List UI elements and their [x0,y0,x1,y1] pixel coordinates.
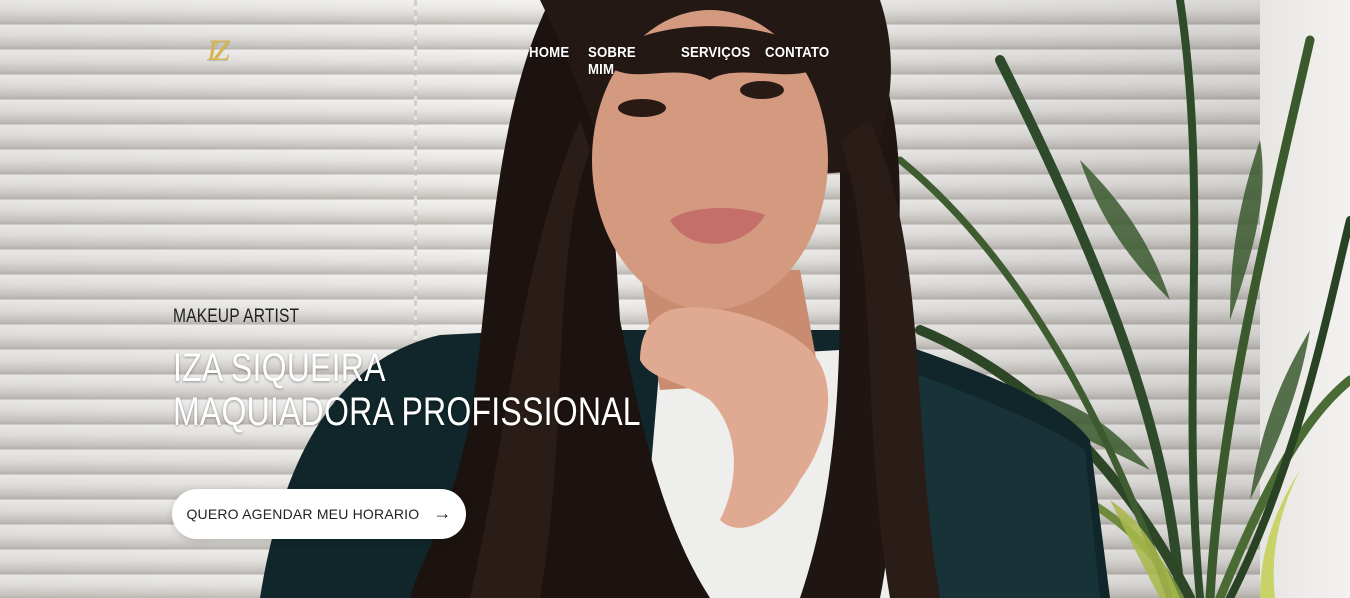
hero-headline-line2: MAQUIADORA PROFISSIONAL [173,390,641,434]
nav-item-sobre-mim[interactable]: SOBRE MIM [588,44,650,78]
arrow-right-icon: → [433,503,452,523]
hero-kicker: MAKEUP ARTIST [173,306,300,327]
book-appointment-label: QUERO AGENDAR MEU HORARIO [186,506,420,522]
hero-headline-line1: IZA SIQUEIRA [173,346,386,390]
nav-item-servicos[interactable]: SERVIÇOS [681,44,750,78]
main-nav: HOME SOBRE MIM SERVIÇOS CONTATO [529,44,829,78]
nav-item-home[interactable]: HOME [529,44,569,78]
hero-headline: IZA SIQUEIRA MAQUIADORA PROFISSIONAL [173,346,641,434]
book-appointment-button[interactable]: QUERO AGENDAR MEU HORARIO → [172,489,466,539]
brand-logo[interactable]: IZ [207,34,230,68]
nav-item-contato[interactable]: CONTATO [765,44,829,78]
